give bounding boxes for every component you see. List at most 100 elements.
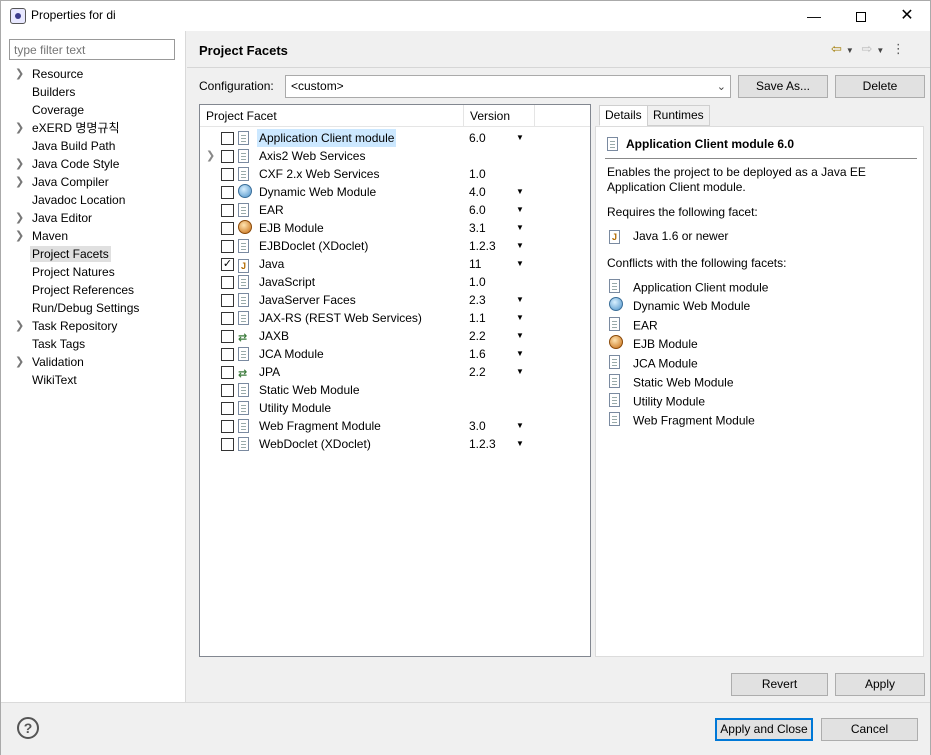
table-row[interactable]: Web Fragment Module 3.0 ▼: [200, 417, 590, 435]
table-row[interactable]: CXF 2.x Web Services 1.0: [200, 165, 590, 183]
chevron-down-icon[interactable]: ▼: [516, 291, 524, 309]
facet-checkbox[interactable]: [221, 420, 234, 433]
sidebar-item[interactable]: ❯ Task Repository: [1, 317, 185, 335]
sidebar-item[interactable]: ❯ Java Code Style: [1, 155, 185, 173]
chevron-down-icon[interactable]: ▼: [516, 417, 524, 435]
table-row[interactable]: JavaScript 1.0: [200, 273, 590, 291]
facet-version[interactable]: 4.0: [469, 183, 486, 201]
facet-checkbox[interactable]: [221, 204, 234, 217]
table-row[interactable]: Static Web Module: [200, 381, 590, 399]
chevron-down-icon[interactable]: ▼: [516, 327, 524, 345]
facet-version[interactable]: 1.6: [469, 345, 486, 363]
sidebar-item[interactable]: WikiText: [1, 371, 185, 389]
chevron-right-icon[interactable]: ❯: [15, 227, 24, 245]
table-row[interactable]: ⇄ JPA 2.2 ▼: [200, 363, 590, 381]
sidebar-item[interactable]: Builders: [1, 83, 185, 101]
apply-and-close-button[interactable]: Apply and Close: [715, 718, 813, 741]
chevron-down-icon[interactable]: ▼: [516, 435, 524, 453]
maximize-button[interactable]: [838, 1, 884, 31]
chevron-down-icon[interactable]: ▼: [516, 255, 524, 273]
sidebar-item[interactable]: Java Build Path: [1, 137, 185, 155]
sidebar-item[interactable]: ❯ Java Compiler: [1, 173, 185, 191]
facet-checkbox[interactable]: [221, 276, 234, 289]
sidebar-item[interactable]: ❯ Maven: [1, 227, 185, 245]
facet-checkbox[interactable]: [221, 384, 234, 397]
chevron-down-icon[interactable]: ▼: [516, 183, 524, 201]
facet-checkbox[interactable]: [221, 168, 234, 181]
table-row[interactable]: ❯ Axis2 Web Services: [200, 147, 590, 165]
facet-version[interactable]: 1.0: [469, 273, 486, 291]
chevron-right-icon[interactable]: ❯: [15, 173, 24, 191]
facet-checkbox[interactable]: [221, 438, 234, 451]
chevron-down-icon[interactable]: ▼: [516, 237, 524, 255]
sidebar-item[interactable]: Project Facets: [1, 245, 185, 263]
chevron-right-icon[interactable]: ❯: [15, 209, 24, 227]
chevron-down-icon[interactable]: ▼: [516, 363, 524, 381]
facet-version[interactable]: 1.0: [469, 165, 486, 183]
sidebar-item[interactable]: Javadoc Location: [1, 191, 185, 209]
table-row[interactable]: EAR 6.0 ▼: [200, 201, 590, 219]
chevron-down-icon[interactable]: ▼: [516, 219, 524, 237]
close-button[interactable]: ✕: [884, 1, 930, 31]
tab-runtimes[interactable]: Runtimes: [647, 105, 710, 126]
chevron-right-icon[interactable]: ❯: [206, 147, 215, 165]
facet-checkbox[interactable]: [221, 222, 234, 235]
facet-version[interactable]: 2.2: [469, 327, 486, 345]
tab-details[interactable]: Details: [599, 105, 648, 126]
chevron-right-icon[interactable]: ❯: [15, 119, 24, 137]
save-as-button[interactable]: Save As...: [738, 75, 828, 98]
back-menu-chevron-icon[interactable]: ▼: [846, 46, 854, 55]
facet-version[interactable]: 3.1: [469, 219, 486, 237]
chevron-down-icon[interactable]: ▼: [516, 201, 524, 219]
facet-checkbox[interactable]: [221, 348, 234, 361]
sidebar-item[interactable]: Task Tags: [1, 335, 185, 353]
table-row[interactable]: Application Client module 6.0 ▼: [200, 129, 590, 147]
table-row[interactable]: ✓ J Java 11 ▼: [200, 255, 590, 273]
delete-button[interactable]: Delete: [835, 75, 925, 98]
table-row[interactable]: EJBDoclet (XDoclet) 1.2.3 ▼: [200, 237, 590, 255]
facet-checkbox[interactable]: ✓: [221, 258, 234, 271]
facet-checkbox[interactable]: [221, 294, 234, 307]
facet-version[interactable]: 2.2: [469, 363, 486, 381]
chevron-right-icon[interactable]: ❯: [15, 65, 24, 83]
column-header-facet[interactable]: Project Facet: [206, 109, 277, 123]
facet-version[interactable]: 1.1: [469, 309, 486, 327]
chevron-down-icon[interactable]: ▼: [516, 345, 524, 363]
facet-checkbox[interactable]: [221, 312, 234, 325]
sidebar-item[interactable]: Run/Debug Settings: [1, 299, 185, 317]
facet-checkbox[interactable]: [221, 402, 234, 415]
cancel-button[interactable]: Cancel: [821, 718, 918, 741]
sidebar-item[interactable]: Project References: [1, 281, 185, 299]
facet-checkbox[interactable]: [221, 150, 234, 163]
facet-checkbox[interactable]: [221, 132, 234, 145]
apply-button[interactable]: Apply: [835, 673, 925, 696]
sidebar-item[interactable]: ❯ Resource: [1, 65, 185, 83]
chevron-down-icon[interactable]: ▼: [516, 309, 524, 327]
chevron-right-icon[interactable]: ❯: [15, 317, 24, 335]
table-row[interactable]: JavaServer Faces 2.3 ▼: [200, 291, 590, 309]
facet-version[interactable]: 6.0: [469, 129, 486, 147]
revert-button[interactable]: Revert: [731, 673, 828, 696]
table-row[interactable]: ⇄ JAXB 2.2 ▼: [200, 327, 590, 345]
facet-checkbox[interactable]: [221, 240, 234, 253]
table-row[interactable]: Utility Module: [200, 399, 590, 417]
facet-checkbox[interactable]: [221, 186, 234, 199]
facet-version[interactable]: 3.0: [469, 417, 486, 435]
sidebar-item[interactable]: ❯ eXERD 명명규칙: [1, 119, 185, 137]
sidebar-item[interactable]: ❯ Java Editor: [1, 209, 185, 227]
chevron-right-icon[interactable]: ❯: [15, 353, 24, 371]
facet-version[interactable]: 11: [469, 255, 481, 273]
facet-version[interactable]: 2.3: [469, 291, 486, 309]
table-row[interactable]: WebDoclet (XDoclet) 1.2.3 ▼: [200, 435, 590, 453]
table-row[interactable]: JAX-RS (REST Web Services) 1.1 ▼: [200, 309, 590, 327]
table-row[interactable]: Dynamic Web Module 4.0 ▼: [200, 183, 590, 201]
facet-version[interactable]: 1.2.3: [469, 435, 496, 453]
facet-version[interactable]: 1.2.3: [469, 237, 496, 255]
sidebar-item[interactable]: Project Natures: [1, 263, 185, 281]
chevron-right-icon[interactable]: ❯: [15, 155, 24, 173]
forward-menu-chevron-icon[interactable]: ▼: [876, 46, 884, 55]
back-arrow-icon[interactable]: ⇦: [831, 41, 842, 56]
help-icon[interactable]: ?: [17, 717, 39, 739]
more-options-icon[interactable]: ⋮: [892, 41, 905, 56]
configuration-select[interactable]: <custom> ⌄: [285, 75, 731, 98]
